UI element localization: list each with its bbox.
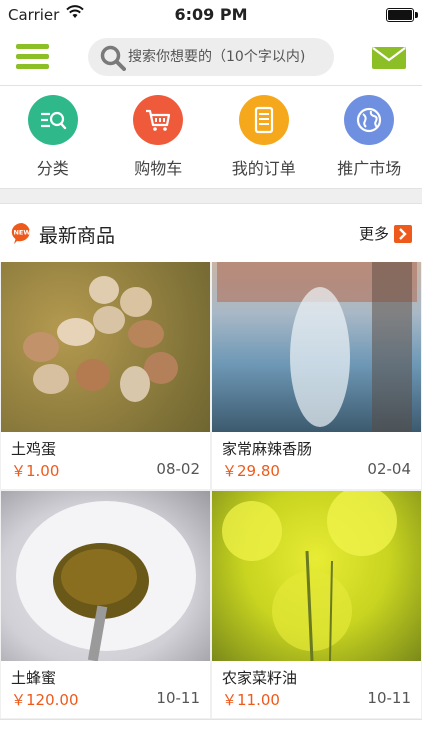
battery-icon (386, 8, 414, 22)
more-link[interactable]: 更多 (359, 223, 412, 244)
product-name: 土鸡蛋 (11, 438, 56, 459)
quick-link-label: 推广市场 (317, 155, 422, 179)
menu-icon[interactable] (16, 44, 49, 70)
product-image-eggs (1, 262, 210, 432)
quick-link-label: 分类 (0, 155, 106, 179)
quick-link-promotion-market[interactable]: 推广市场 (317, 86, 422, 188)
product-grid: 土鸡蛋 ￥1.00 08-02 家常麻辣香肠 ￥29.80 02-04 (0, 262, 422, 718)
cart-icon (133, 95, 183, 145)
section-header: NEW 最新商品 更多 (0, 203, 422, 262)
product-name: 农家菜籽油 (222, 667, 297, 688)
search-input[interactable] (128, 38, 328, 76)
quick-link-label: 我的订单 (211, 155, 317, 179)
new-badge-icon: NEW (10, 221, 34, 245)
product-date: 08-02 (156, 460, 200, 478)
search-bar[interactable] (88, 38, 334, 76)
status-bar: Carrier 6:09 PM (0, 0, 422, 30)
product-image-sausage (212, 262, 421, 432)
product-name: 土蜂蜜 (11, 667, 56, 688)
new-badge-text: NEW (13, 229, 30, 237)
globe-icon (344, 95, 394, 145)
product-info: 农家菜籽油 ￥11.00 10-11 (212, 661, 421, 718)
next-section-peek (0, 719, 422, 751)
category-icon (28, 95, 78, 145)
search-icon (100, 45, 126, 75)
product-card[interactable]: 土蜂蜜 ￥120.00 10-11 (1, 491, 210, 718)
product-image-honey (1, 491, 210, 661)
mail-icon[interactable] (372, 47, 406, 69)
chevron-right-icon (394, 225, 412, 243)
order-icon (239, 95, 289, 145)
product-price: ￥11.00 (222, 689, 280, 710)
quick-link-cart[interactable]: 购物车 (106, 86, 212, 188)
product-info: 土蜂蜜 ￥120.00 10-11 (1, 661, 210, 718)
product-card[interactable]: 土鸡蛋 ￥1.00 08-02 (1, 262, 210, 489)
product-price: ￥120.00 (11, 689, 79, 710)
product-info: 土鸡蛋 ￥1.00 08-02 (1, 432, 210, 489)
product-info: 家常麻辣香肠 ￥29.80 02-04 (212, 432, 421, 489)
product-price: ￥29.80 (222, 460, 280, 481)
product-date: 10-11 (156, 689, 200, 707)
product-image-rapeseed (212, 491, 421, 661)
product-card[interactable]: 家常麻辣香肠 ￥29.80 02-04 (212, 262, 421, 489)
top-navigation-bar (0, 30, 422, 86)
clock: 6:09 PM (0, 5, 422, 24)
product-name: 家常麻辣香肠 (222, 438, 312, 459)
quick-links: 分类 购物车 我的订单 推广市场 (0, 86, 422, 189)
newest-products-section: NEW 最新商品 更多 (0, 203, 422, 718)
quick-link-category[interactable]: 分类 (0, 86, 106, 188)
more-label: 更多 (359, 223, 389, 244)
product-card[interactable]: 农家菜籽油 ￥11.00 10-11 (212, 491, 421, 718)
quick-link-orders[interactable]: 我的订单 (211, 86, 317, 188)
product-date: 02-04 (367, 460, 411, 478)
product-date: 10-11 (367, 689, 411, 707)
quick-link-label: 购物车 (106, 155, 212, 179)
section-divider (0, 189, 422, 203)
product-price: ￥1.00 (11, 460, 59, 481)
section-title: 最新商品 (39, 221, 115, 248)
